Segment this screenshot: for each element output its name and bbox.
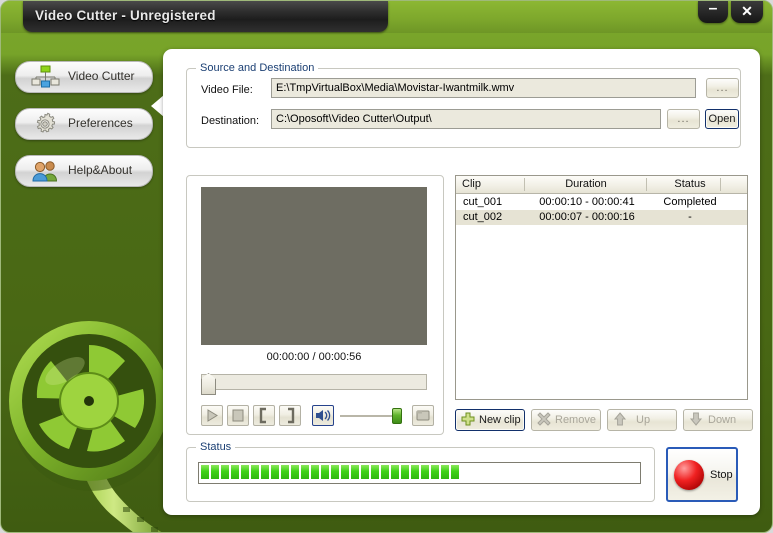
cell-duration: 00:00:07 - 00:00:16 (539, 211, 635, 223)
ellipsis-icon: ... (677, 113, 690, 125)
progress-segment (281, 465, 289, 479)
main-panel: Source and Destination Video File: E:\Tm… (163, 49, 760, 515)
title-tab: Video Cutter - Unregistered (23, 1, 388, 32)
video-file-browse-button[interactable]: ... (706, 78, 739, 98)
move-up-button[interactable]: Up (607, 409, 677, 431)
progress-segment (411, 465, 419, 479)
progress-segment (201, 465, 209, 479)
progress-bar (198, 462, 641, 484)
progress-segment (271, 465, 279, 479)
remove-label: Remove (555, 414, 596, 426)
progress-segment (331, 465, 339, 479)
stop-playback-button[interactable] (227, 405, 249, 426)
window-title: Video Cutter - Unregistered (35, 8, 216, 23)
sidebar-item-label: Help&About (68, 163, 133, 177)
cell-status: - (688, 211, 692, 223)
progress-segment (241, 465, 249, 479)
progress-segment (401, 465, 409, 479)
new-clip-label: New clip (479, 414, 521, 426)
volume-slider-thumb[interactable] (392, 408, 402, 424)
sidebar-item-label: Video Cutter (68, 69, 135, 83)
arrow-up-icon (612, 411, 628, 429)
down-label: Down (708, 414, 737, 426)
play-button[interactable] (201, 405, 223, 426)
up-label: Up (636, 414, 651, 426)
move-down-button[interactable]: Down (683, 409, 753, 431)
title-bar: Video Cutter - Unregistered – ✕ (1, 1, 772, 33)
progress-segment (421, 465, 429, 479)
sidebar-item-help-about[interactable]: Help&About (15, 155, 153, 187)
open-button-label: Open (708, 113, 736, 125)
destination-browse-button[interactable]: ... (667, 109, 700, 129)
seek-slider[interactable] (201, 373, 427, 395)
progress-segment (311, 465, 319, 479)
arrow-down-icon (688, 412, 704, 429)
sidebar-item-label: Preferences (68, 116, 133, 130)
minimize-icon: – (708, 0, 718, 17)
sitemap-icon (30, 65, 60, 89)
progress-segment (251, 465, 259, 479)
progress-segment (381, 465, 389, 479)
progress-segment (321, 465, 329, 479)
progress-segment (361, 465, 369, 479)
video-file-input[interactable]: E:\TmpVirtualBox\Media\Movistar-Iwantmil… (271, 78, 696, 98)
status-caption: Status (196, 441, 236, 453)
clip-list[interactable]: Clip Duration Status cut_001 00:00:10 - … (455, 175, 748, 400)
table-row[interactable]: cut_001 00:00:10 - 00:00:41 Completed (456, 195, 747, 210)
snapshot-button[interactable] (412, 405, 434, 426)
stop-button[interactable]: Stop (666, 447, 738, 502)
plus-icon (460, 412, 476, 429)
progress-segment (431, 465, 439, 479)
progress-segment (211, 465, 219, 479)
progress-segment (261, 465, 269, 479)
sidebar-item-preferences[interactable]: Preferences (15, 108, 153, 140)
close-button[interactable]: ✕ (731, 1, 763, 23)
mute-toggle-button[interactable] (312, 405, 334, 426)
cell-clip: cut_002 (463, 211, 503, 223)
progress-segment (351, 465, 359, 479)
cell-status: Completed (663, 196, 717, 208)
video-preview[interactable] (201, 187, 427, 345)
sidebar: Video Cutter Preferences Help&About (1, 33, 179, 532)
progress-segment (291, 465, 299, 479)
close-icon: ✕ (741, 3, 753, 19)
cell-clip: cut_001 (463, 196, 503, 208)
ellipsis-icon: ... (716, 82, 729, 94)
minimize-button[interactable]: – (698, 1, 728, 23)
table-row[interactable]: cut_002 00:00:07 - 00:00:16 - (456, 210, 747, 225)
remove-clip-button[interactable]: Remove (531, 409, 601, 431)
seek-slider-thumb[interactable] (201, 373, 216, 395)
progress-segment (301, 465, 309, 479)
source-destination-caption: Source and Destination (196, 62, 319, 74)
time-display: 00:00:00 / 00:00:56 (266, 351, 362, 363)
progress-segment (221, 465, 229, 479)
progress-segment (441, 465, 449, 479)
film-reel-graphic (3, 301, 179, 532)
destination-label: Destination: (201, 115, 260, 127)
sidebar-item-video-cutter[interactable]: Video Cutter (15, 61, 153, 93)
cell-duration: 00:00:10 - 00:00:41 (539, 196, 635, 208)
clip-list-header: Clip Duration Status (456, 176, 747, 194)
progress-segment (451, 465, 459, 479)
progress-segment (341, 465, 349, 479)
open-destination-button[interactable]: Open (705, 109, 739, 129)
mark-out-button[interactable] (279, 405, 301, 426)
gear-icon (30, 112, 60, 136)
application-window: Video Cutter - Unregistered – ✕ Video Cu… (0, 0, 773, 533)
cross-icon (536, 411, 552, 429)
video-file-label: Video File: (201, 84, 253, 96)
stop-record-icon (674, 460, 704, 490)
people-icon (30, 159, 60, 183)
progress-segment (391, 465, 399, 479)
column-header-duration[interactable]: Duration (526, 178, 646, 190)
progress-segment (371, 465, 379, 479)
mark-in-button[interactable] (253, 405, 275, 426)
destination-input[interactable]: C:\Oposoft\Video Cutter\Output\ (271, 109, 661, 129)
stop-button-label: Stop (710, 469, 733, 481)
column-header-clip[interactable]: Clip (462, 178, 522, 190)
progress-segment (231, 465, 239, 479)
new-clip-button[interactable]: New clip (455, 409, 525, 431)
